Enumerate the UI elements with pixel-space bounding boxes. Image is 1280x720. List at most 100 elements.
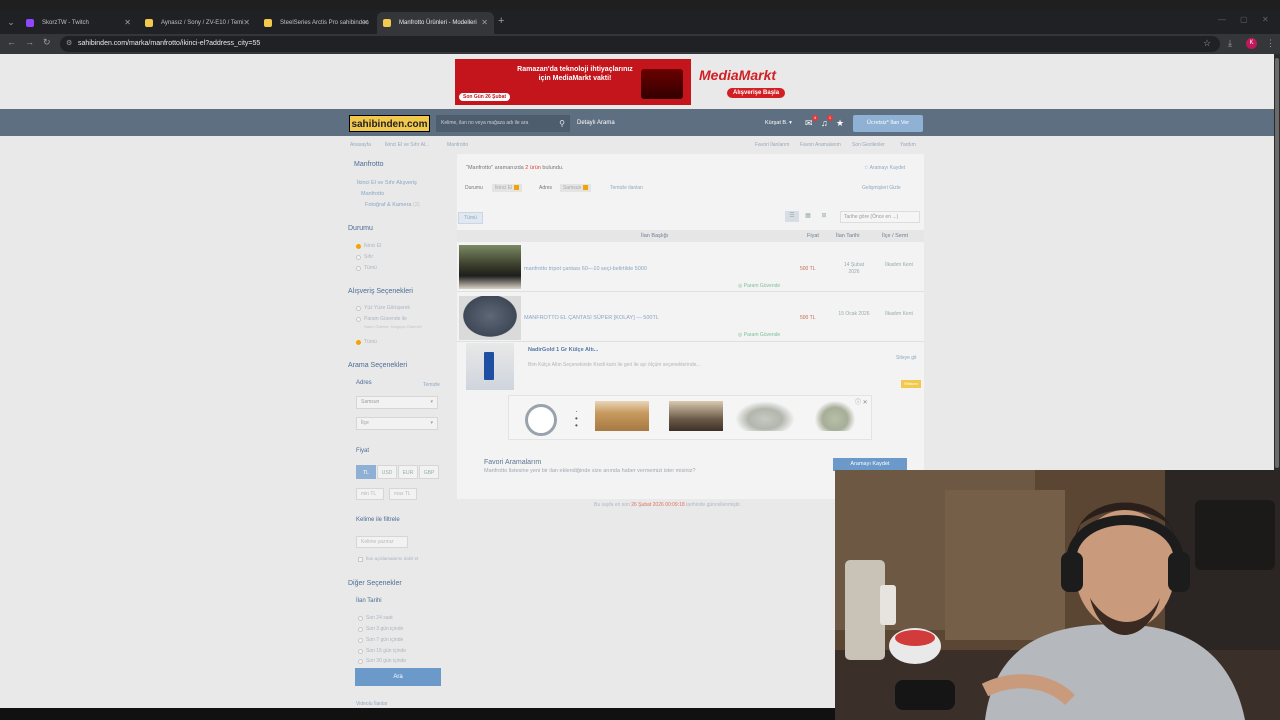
star-icon[interactable]: ★ [836, 118, 844, 129]
tarih-option-4: Son 30 gün içinde [366, 658, 407, 664]
new-tab-icon[interactable]: + [498, 15, 504, 27]
close-tab-icon[interactable]: ✕ [481, 12, 488, 34]
radio-tarih-0[interactable] [358, 616, 363, 621]
price-max-input[interactable]: max TL [389, 488, 417, 500]
url-field[interactable]: ⚙ sahibinden.com/marka/manfrotto/ikinci-… [60, 36, 1220, 52]
tab-search-icon[interactable]: ⌄ [4, 15, 18, 29]
sidebar-category-1[interactable]: Manfrotto [361, 191, 384, 197]
mediamarkt-banner[interactable]: Ramazan'da teknoloji ihtiyaçlarınız için… [455, 59, 810, 105]
tab-twitch[interactable]: SkorzTW - Twitch ✕ [20, 12, 137, 34]
remove-filter-icon[interactable] [583, 185, 589, 191]
radio-alisveris-tumu[interactable] [356, 340, 361, 345]
screen: ⌄ SkorzTW - Twitch ✕ Aynasız / Sony / ZV… [0, 0, 1280, 720]
search-input[interactable]: Kelime, ilan no veya mağaza adı ile ara … [436, 115, 570, 132]
menu-kebab-icon[interactable]: ⋮ [1266, 38, 1275, 49]
close-tab-icon[interactable]: ✕ [124, 12, 131, 34]
sidebar-category-0[interactable]: İkinci El ve Sıfır Alışveriş [357, 180, 417, 186]
twitch-favicon-icon [26, 19, 34, 27]
video-ads-link[interactable]: Videolu İlanlar [356, 701, 388, 707]
breadcrumb-category[interactable]: İkinci El ve Sıfır Al... [385, 142, 429, 148]
grid-view-icon[interactable]: ▦ [801, 211, 815, 222]
favorites-title: Favori Aramalarım [484, 459, 542, 466]
currency-eur[interactable]: EUR [398, 465, 418, 479]
ad-title[interactable]: NadirGold 1 Gr Külçe Altı... [528, 347, 598, 353]
back-icon[interactable]: ← [7, 37, 16, 47]
remove-filter-icon[interactable] [514, 185, 520, 191]
district-select[interactable]: İlçe ▾ [356, 417, 438, 430]
keyword-checkbox[interactable] [358, 557, 363, 562]
param-guvende-badge: ◎ Param Güvende [738, 283, 781, 289]
recently-viewed-link[interactable]: Son Gezilenler [852, 142, 885, 148]
currency-gbp[interactable]: GBP [419, 465, 439, 479]
close-tab-icon[interactable]: ✕ [243, 12, 250, 34]
download-icon[interactable]: ⤓ [1228, 38, 1232, 49]
message-icon[interactable]: ✉ [805, 118, 813, 129]
display-ad[interactable]: · • • ⓘ ✕ [508, 395, 872, 440]
breadcrumb-current[interactable]: Manfrotto [447, 142, 468, 148]
favorite-searches-link[interactable]: Favori Aramalarım [800, 142, 841, 148]
radio-tarih-3[interactable] [358, 649, 363, 654]
minimize-icon[interactable]: — [1218, 15, 1226, 24]
col-location[interactable]: İlçe / Semt [882, 233, 908, 239]
filter-chip-adres[interactable]: Samsun [560, 184, 592, 192]
site-logo[interactable]: sahibinden.com [349, 115, 430, 132]
sort-select[interactable]: Tarihe göre (Önce en ...) [840, 211, 920, 223]
tab-sony[interactable]: Aynasız / Sony / ZV-E10 / Temi ✕ [139, 12, 256, 34]
col-title[interactable]: İlan Başlığı [641, 233, 668, 239]
col-price[interactable]: Fiyat [807, 233, 819, 239]
adres-clear-link[interactable]: Temizle [423, 382, 440, 388]
maximize-icon[interactable]: ▢ [1240, 15, 1248, 24]
profile-avatar[interactable]: K [1246, 38, 1257, 49]
post-ad-button[interactable]: Ücretsiz* İlan Ver [853, 115, 923, 132]
save-search-link[interactable]: ☆ Aramayı Kaydet [864, 165, 905, 171]
site-info-icon[interactable]: ⚙ [66, 36, 72, 52]
listing-title[interactable]: MANFROTTO EL ÇANTASI SÜPER [KOLAY] — 500… [524, 315, 659, 321]
currency-usd[interactable]: USD [377, 465, 397, 479]
category-label: Fotoğraf & Kamera [365, 202, 412, 208]
search-icon[interactable]: ⚲ [559, 115, 565, 132]
favorite-ads-link[interactable]: Favori İlanlarım [755, 142, 789, 148]
radio-durumu-ikinci[interactable] [356, 244, 361, 249]
radio-tarih-4[interactable] [358, 659, 363, 664]
tab-manfrotto[interactable]: Manfrotto Ürünleri - Modelleri ✕ [377, 12, 494, 34]
forward-icon[interactable]: → [25, 37, 34, 47]
reload-icon[interactable]: ↻ [43, 37, 51, 48]
city-select[interactable]: Samsun ▾ [356, 396, 438, 409]
ad-visit-link[interactable]: Siteye git [896, 355, 917, 361]
listing-title[interactable]: manfrotto tripot çantası 60—10 seçi-beli… [524, 266, 647, 272]
radio-durumu-sifir[interactable] [356, 255, 361, 260]
sidebar-category-2[interactable]: Fotoğraf & Kamera (2) [365, 202, 420, 208]
help-link[interactable]: Yardım [900, 142, 916, 148]
bookmark-star-icon[interactable]: ☆ [1203, 38, 1211, 49]
sidebar-search-button[interactable]: Ara [355, 668, 441, 686]
radio-tarih-1[interactable] [358, 627, 363, 632]
breadcrumb-home[interactable]: Anasayfa [350, 142, 371, 148]
list-view-icon[interactable]: ☰ [785, 211, 799, 222]
clear-filters-link[interactable]: Temizle ilanları [610, 185, 643, 191]
gallery-view-icon[interactable]: ⊞ [817, 211, 831, 222]
close-tab-icon[interactable]: ✕ [362, 12, 369, 34]
scrollbar-thumb[interactable] [1275, 58, 1279, 468]
listing-thumbnail[interactable] [459, 296, 521, 340]
col-date[interactable]: İlan Tarihi [836, 233, 859, 239]
banner-red-panel: Ramazan'da teknoloji ihtiyaçlarınız için… [455, 59, 691, 105]
tab-steelseries[interactable]: SteelSeries Arctis Pro sahibinden ✕ [258, 12, 375, 34]
detailed-search-link[interactable]: Detaylı Arama [577, 115, 615, 132]
currency-tl[interactable]: TL [356, 465, 376, 479]
radio-durumu-tumu[interactable] [356, 266, 361, 271]
radio-yuz-yuze[interactable] [356, 306, 361, 311]
tab-tumu[interactable]: Tümü [458, 212, 483, 224]
radio-param-guvende[interactable] [356, 317, 361, 322]
result-query: "Manfrotto" [466, 165, 494, 171]
toggle-advanced-link[interactable]: Gelişmişleri Gizle [862, 185, 901, 191]
radio-tarih-2[interactable] [358, 638, 363, 643]
listing-thumbnail[interactable] [459, 245, 521, 289]
filter-chip-durumu[interactable]: İkinci El [492, 184, 523, 192]
user-menu[interactable]: Kürşat B. ▾ [765, 115, 792, 132]
banner-cta-button[interactable]: Alışverişe Başla [727, 88, 786, 98]
ad-close-icon[interactable]: ⓘ ✕ [855, 397, 868, 406]
price-min-input[interactable]: min TL [356, 488, 384, 500]
notification-badge: 1 [827, 115, 833, 121]
keyword-input[interactable]: Kelime yazınız [356, 536, 408, 548]
close-window-icon[interactable]: ✕ [1262, 15, 1269, 24]
